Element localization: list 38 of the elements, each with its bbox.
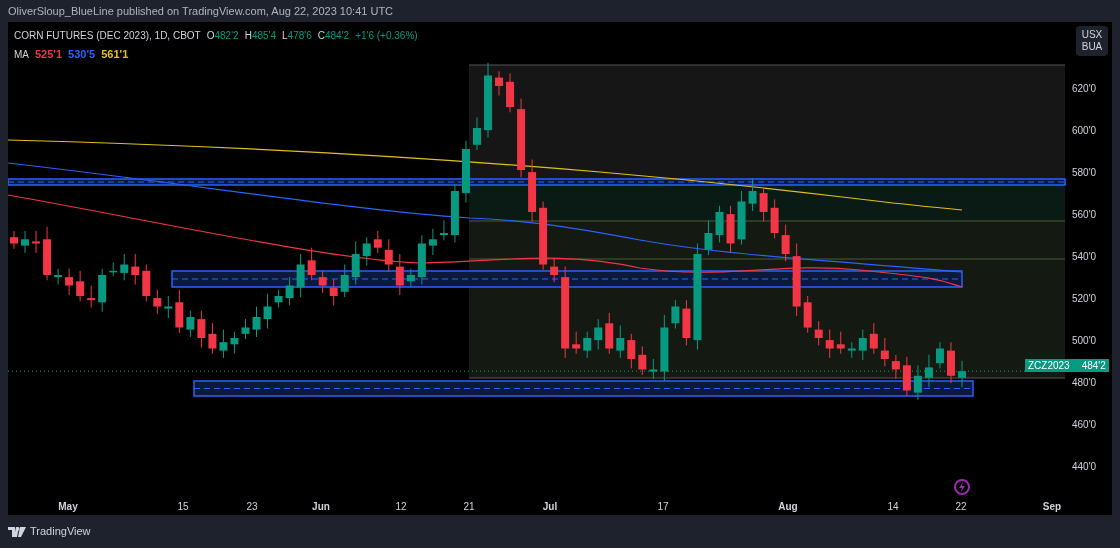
price-axis-label: 480'0	[1072, 377, 1097, 389]
price-axis-label: 500'0	[1072, 335, 1097, 347]
price-axis-label: 520'0	[1072, 293, 1097, 305]
date-axis-label: 14	[887, 501, 899, 513]
date-axis-label: May	[58, 501, 78, 513]
date-axis-label: 12	[395, 501, 407, 513]
ohlc-value: L478'6	[282, 29, 312, 43]
price-axis-label: 540'0	[1072, 251, 1097, 263]
price-axis-label: 460'0	[1072, 419, 1097, 431]
date-axis-label: 23	[246, 501, 258, 513]
date-axis-label: 22	[955, 501, 967, 513]
date-axis-label: 15	[177, 501, 189, 513]
date-axis-label: Jul	[542, 501, 558, 513]
indicator-name: MA	[14, 47, 29, 62]
price-axis-label: 440'0	[1072, 461, 1097, 473]
ma-value: 561'1	[101, 47, 129, 62]
publish-line: OliverSloup_BlueLine published on TradingView.com, Aug 22, 2023 10:41 UTC	[8, 3, 394, 19]
lightning-icon[interactable]	[954, 479, 970, 495]
date-axis-label: Jun	[312, 501, 330, 513]
ma-value: 525'1	[35, 47, 63, 62]
price-axis-label: 600'0	[1072, 125, 1097, 137]
price-axis-label: 560'0	[1072, 209, 1097, 221]
currency-unit-button[interactable]: USX BUA	[1076, 26, 1108, 56]
brand-name: TradingView	[30, 524, 91, 540]
price-change: +1'6 (+0.36%)	[355, 29, 418, 43]
price-axis-label: 620'0	[1072, 83, 1097, 95]
date-axis-label: 17	[657, 501, 669, 513]
ohlc-value: H485'4	[244, 29, 277, 43]
price-axis-label: 580'0	[1072, 167, 1097, 179]
date-axis-label: Sep	[1042, 501, 1062, 513]
date-axis-label: Aug	[778, 501, 798, 513]
date-axis-label: 21	[463, 501, 475, 513]
ma-value: 530'5	[68, 47, 96, 62]
symbol-title: CORN FUTURES (DEC 2023), 1D, CBOT	[14, 29, 201, 43]
logo-icon	[8, 526, 26, 537]
ohlc-value: C484'2	[317, 29, 350, 43]
ohlc-value: O482'2	[206, 29, 239, 43]
price-tag: ZCZ2023 484'2	[1025, 359, 1109, 372]
